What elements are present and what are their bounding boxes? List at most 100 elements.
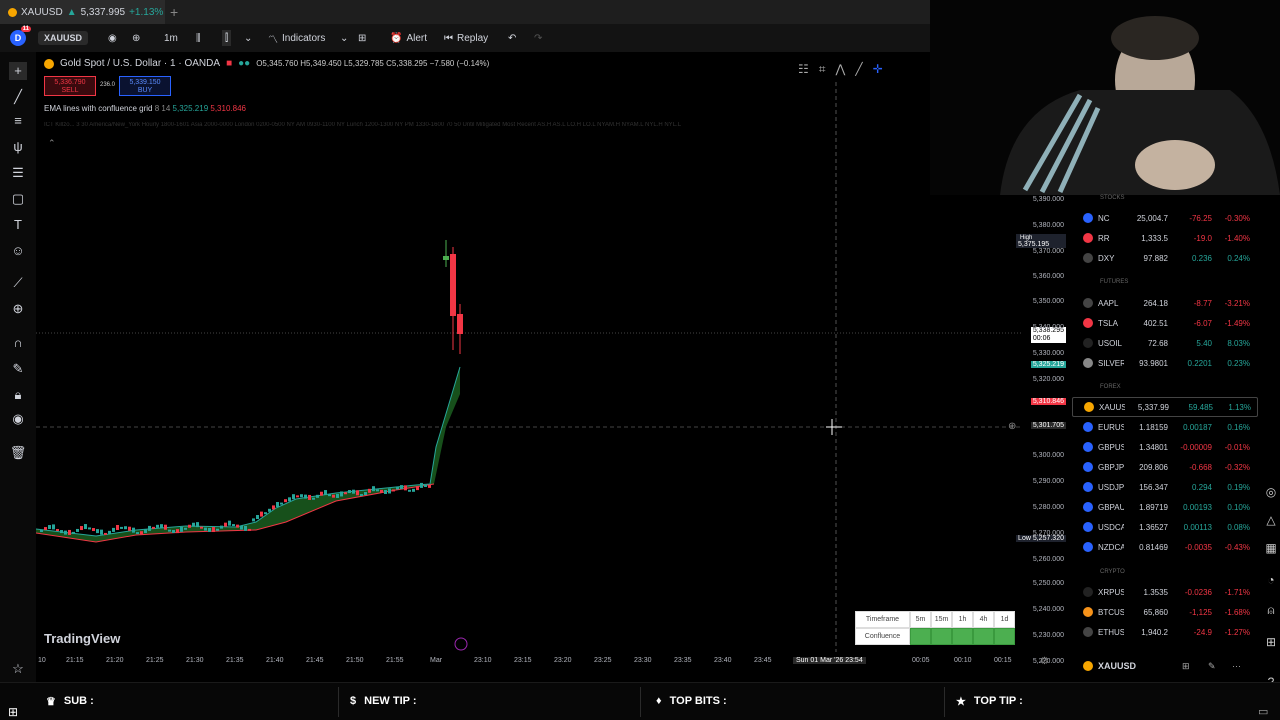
settings-gear-icon[interactable]: ⚙	[1040, 656, 1049, 667]
crosshair-tool-icon[interactable]: ✛	[873, 62, 883, 84]
indicator-legend[interactable]: EMA lines with confluence grid 8 14 5,32…	[44, 104, 246, 113]
time-tick-label: 21:55	[386, 657, 404, 664]
watchlist-symbol: SILVER	[1098, 358, 1124, 368]
indicators-button[interactable]: 〽 Indicators	[268, 30, 325, 46]
pitchfork-icon[interactable]: ψ	[9, 138, 27, 156]
apps-grid-icon[interactable]: ⊞	[1264, 635, 1278, 649]
sell-button[interactable]: 5,336.790 SELL	[44, 76, 96, 96]
symbol-search[interactable]: XAUUSD	[38, 30, 89, 46]
tradingview-logo[interactable]: TradingView	[44, 631, 120, 646]
alert-button[interactable]: ⏰ Alert	[390, 30, 427, 46]
more-icon[interactable]: ···	[1232, 661, 1241, 671]
path-tool-icon[interactable]: ⋀	[836, 62, 846, 84]
tab-up-arrow-icon: ▲	[66, 6, 77, 18]
watchlist-row[interactable]: DXY 97.882 0.236 0.24%	[1072, 248, 1258, 268]
buy-button[interactable]: 5,339.150 BUY	[119, 76, 172, 96]
watchlist-row[interactable]: NC 25,004.7 -76.25 -0.30%	[1072, 208, 1258, 228]
avatar[interactable]: D 11	[10, 26, 31, 46]
trash-icon[interactable]: 🗑︎	[9, 444, 27, 462]
watchlist-row[interactable]: NZDCAD 0.81469 -0.0035 -0.43%	[1072, 537, 1258, 557]
layout-icon[interactable]: ⊞	[1182, 661, 1190, 672]
target-icon[interactable]: ◎	[1264, 485, 1278, 499]
line-tool-icon[interactable]: ╱	[855, 62, 862, 84]
sessions-indicator-legend[interactable]: ICT Killzo... 3 30 America/New_York Hour…	[44, 122, 924, 128]
replay-label: Replay	[457, 32, 489, 44]
alert-label: Alert	[406, 32, 428, 44]
watchlist-row[interactable]: AAPL 264.18 -8.77 -3.21%	[1072, 293, 1258, 313]
watchlist-row[interactable]: XAUUSD 5,337.99 59.485 1.13%	[1072, 397, 1258, 417]
rectangle-tool-icon[interactable]: ⌗	[819, 62, 826, 84]
bars-style-icon[interactable]: ⫼	[196, 30, 201, 46]
watchlist-row[interactable]: ETHUSD 1,940.2 -24.9 -1.27%	[1072, 622, 1258, 642]
indicators-chevron-icon[interactable]: ⌄	[340, 30, 348, 46]
horizontal-lines-icon[interactable]: ≡	[9, 112, 27, 130]
browser-tab[interactable]: XAUUSD ▲ 5,337.995 +1.13%	[0, 0, 165, 24]
collapse-legend-icon[interactable]: ⌃	[48, 138, 56, 149]
watchlist-section-stocks[interactable]: STOCKS	[1100, 195, 1125, 201]
watchlist-row[interactable]: USOIL 72.68 5.40 8.03%	[1072, 333, 1258, 353]
bell-icon[interactable]: ⍝	[1264, 603, 1278, 617]
replay-button[interactable]: ⏮ Replay	[444, 30, 488, 46]
symbol-logo-icon	[1083, 233, 1093, 243]
ruler-icon[interactable]: ⟋	[9, 274, 27, 292]
watchlist-change-pct: 0.16%	[1227, 422, 1250, 432]
watchlist-change: -76.25	[1189, 213, 1212, 223]
trend-line-icon[interactable]: ╱	[9, 88, 27, 106]
footer-symbol[interactable]: XAUUSD	[1098, 661, 1136, 671]
watchlist-row[interactable]: EURUSD 1.18159 0.00187 0.16%	[1072, 417, 1258, 437]
watchlist-row[interactable]: TSLA 402.51 -6.07 -1.49%	[1072, 313, 1258, 333]
watchlist-last: 93.9801	[1139, 358, 1168, 368]
watchlist-section-futures[interactable]: FUTURES	[1100, 279, 1128, 285]
layout-grid-icon[interactable]: ⊞	[358, 30, 366, 46]
pencil-lock-icon[interactable]: ✎	[9, 360, 27, 378]
crosshair-icon[interactable]: +	[9, 62, 27, 80]
watchlist-row[interactable]: USDCAD 1.36527 0.00113 0.08%	[1072, 517, 1258, 537]
windows-start-icon[interactable]: ⊞	[8, 705, 18, 719]
lightning-event-icon[interactable]	[454, 637, 468, 651]
notification-icon[interactable]: ▭	[1258, 705, 1268, 718]
zoom-icon[interactable]: ⊕	[9, 300, 27, 318]
lock-icon[interactable]: 🔒︎	[9, 386, 27, 404]
symbol-search-button[interactable]: XAUUSD	[38, 31, 89, 45]
watchlist-row[interactable]: BTCUSD 65,860 -1,125 -1.68%	[1072, 602, 1258, 622]
price-chart[interactable]	[36, 52, 1070, 672]
add-alert-plus-icon[interactable]: ⊕	[1008, 421, 1016, 432]
candles-style-icon[interactable]: ⫿	[222, 30, 232, 46]
eye-icon[interactable]: ◉	[108, 30, 117, 46]
chevron-down-icon[interactable]: ⌄	[244, 30, 252, 46]
compare-plus-icon[interactable]: ⊕	[132, 30, 140, 46]
magnet-icon[interactable]: ∩	[9, 334, 27, 352]
time-axis[interactable]: Sun 01 Mar '26 23:54 10 21:15 21:20 21:25 21…	[36, 655, 1070, 669]
text-icon[interactable]: T	[9, 216, 27, 234]
watchlist-row[interactable]: USDJPY 156.347 0.294 0.19%	[1072, 477, 1258, 497]
favorites-star-icon[interactable]: ☆	[9, 660, 27, 678]
price-axis[interactable]: High 5,375.195 5,338.295 00:06 5,325.219 …	[1016, 190, 1070, 665]
rectangle-icon[interactable]: ▢	[9, 190, 27, 208]
broadcast-icon[interactable]: ◔	[1264, 573, 1278, 587]
watchlist-row[interactable]: SILVER 93.9801 0.2201 0.23%	[1072, 353, 1258, 373]
eye-visibility-icon[interactable]: ◉	[9, 410, 27, 428]
triangle-icon[interactable]: △	[1264, 513, 1278, 527]
edit-icon[interactable]: ✎	[1208, 661, 1216, 672]
object-tree-icon[interactable]: ☷	[798, 62, 809, 84]
new-tab-button[interactable]: +	[170, 4, 178, 20]
emoji-icon[interactable]: ☺	[9, 242, 27, 260]
tip-segment: $ NEW TIP :	[340, 687, 416, 715]
user-menu[interactable]: D 11	[10, 26, 31, 46]
candle-body	[192, 522, 195, 527]
chart-area[interactable]: Gold Spot / U.S. Dollar · 1 · OANDA ■ ●●…	[36, 52, 1070, 672]
fib-icon[interactable]: ☰	[9, 164, 27, 182]
watchlist-row[interactable]: GBPUSD 1.34801 -0.00009 -0.01%	[1072, 437, 1258, 457]
watchlist-row[interactable]: XRPUSD 1.3535 -0.0236 -1.71%	[1072, 582, 1258, 602]
watchlist-section-crypto[interactable]: CRYPTO	[1100, 569, 1125, 575]
watchlist-row[interactable]: GBPAUD 1.89719 0.00193 0.10%	[1072, 497, 1258, 517]
watchlist-row[interactable]: GBPJPY 209.806 -0.668 -0.32%	[1072, 457, 1258, 477]
undo-icon[interactable]: ↶	[508, 30, 516, 46]
watchlist-row[interactable]: RR 1,333.5 -19.0 -1.40%	[1072, 228, 1258, 248]
calendar-icon[interactable]: ▦	[1264, 541, 1278, 555]
watchlist-section-forex[interactable]: FOREX	[1100, 384, 1121, 390]
redo-icon[interactable]: ↷	[534, 30, 542, 46]
symbol-legend[interactable]: Gold Spot / U.S. Dollar · 1 · OANDA ■ ●●…	[44, 58, 489, 69]
interval-button[interactable]: 1m	[164, 30, 178, 46]
price-tick-label: 5,260.000	[1032, 556, 1064, 563]
